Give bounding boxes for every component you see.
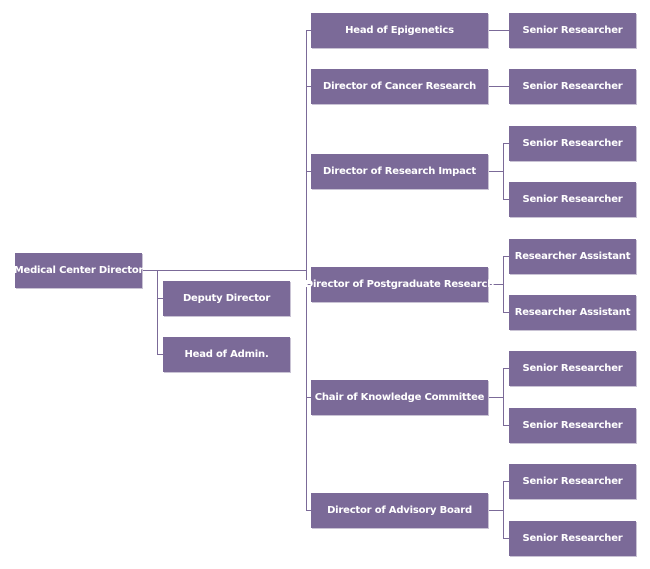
node-staff[interactable]: Senior Researcher [509,126,636,161]
node-staff[interactable]: Senior Researcher [509,408,636,443]
node-staff[interactable]: Senior Researcher [509,464,636,499]
node-department[interactable]: Director of Postgraduate Research [305,267,494,302]
node-department[interactable]: Director of Cancer Research [311,69,488,104]
node-department[interactable]: Chair of Knowledge Committee [311,380,488,415]
node-staff[interactable]: Senior Researcher [509,182,636,217]
node-staff[interactable]: Senior Researcher [509,13,636,48]
node-assistant[interactable]: Deputy Director [163,281,290,316]
node-staff[interactable]: Researcher Assistant [509,239,636,274]
node-staff[interactable]: Senior Researcher [509,351,636,386]
node-department[interactable]: Director of Research Impact [311,154,488,189]
node-staff[interactable]: Researcher Assistant [509,295,636,330]
node-department[interactable]: Head of Epigenetics [311,13,488,48]
node-assistant[interactable]: Head of Admin. [163,337,290,372]
node-root[interactable]: Medical Center Director [14,253,143,288]
node-staff[interactable]: Senior Researcher [509,521,636,556]
node-department[interactable]: Director of Advisory Board [311,493,488,528]
node-staff[interactable]: Senior Researcher [509,69,636,104]
